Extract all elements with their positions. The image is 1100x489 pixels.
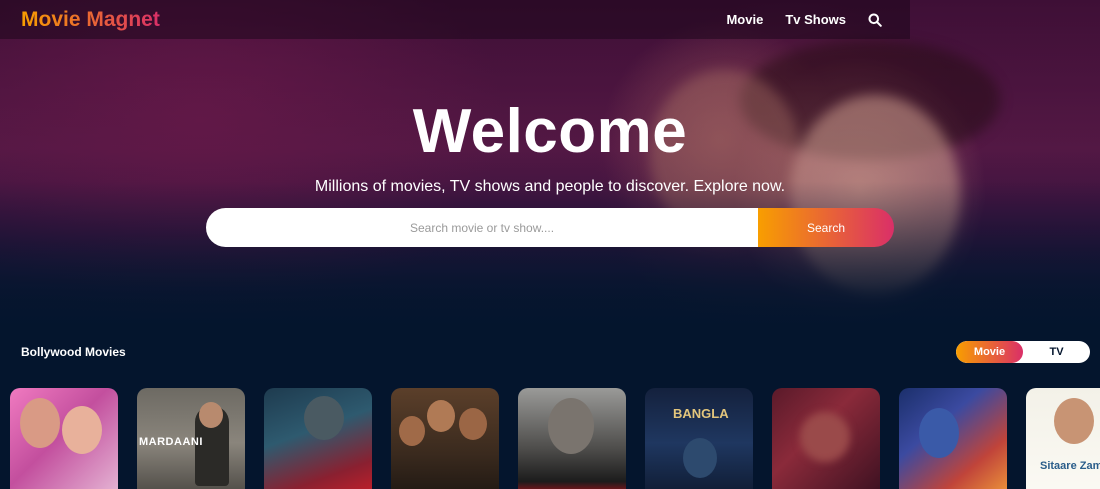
top-header: Movie Magnet Movie Tv Shows [0,0,910,39]
movie-poster[interactable] [518,388,626,489]
switch-tab-movie[interactable]: Movie [956,341,1023,363]
search-button[interactable]: Search [758,208,894,247]
search-icon[interactable] [868,13,882,27]
content-type-switch: Movie TV [956,341,1090,363]
hero-subtitle: Millions of movies, TV shows and people … [314,178,786,195]
nav-item-movie[interactable]: Movie [726,12,763,27]
movie-poster[interactable]: BANGLA [645,388,753,489]
movie-poster[interactable] [264,388,372,489]
section-title: Bollywood Movies [21,345,126,359]
switch-tab-tv[interactable]: TV [1023,341,1090,363]
poster-caption: MARDAANI [139,436,203,448]
movie-poster[interactable] [391,388,499,489]
poster-caption: Sitaare Zameen [1040,460,1100,472]
search-bar: Search [206,208,894,247]
nav-item-tv-shows[interactable]: Tv Shows [785,12,846,27]
logo[interactable]: Movie Magnet [21,8,160,32]
poster-caption: BANGLA [673,406,729,421]
movie-poster[interactable]: Sitaare Zameen [1026,388,1100,489]
movie-carousel: MARDAANI BANGLA Sitaare Zameen [10,388,1100,489]
movie-poster[interactable] [899,388,1007,489]
movie-poster[interactable]: MARDAANI [137,388,245,489]
movie-poster[interactable] [10,388,118,489]
search-input[interactable] [206,208,758,247]
hero-title: Welcome [412,97,688,166]
main-nav: Movie Tv Shows [726,12,882,27]
movie-poster[interactable] [772,388,880,489]
